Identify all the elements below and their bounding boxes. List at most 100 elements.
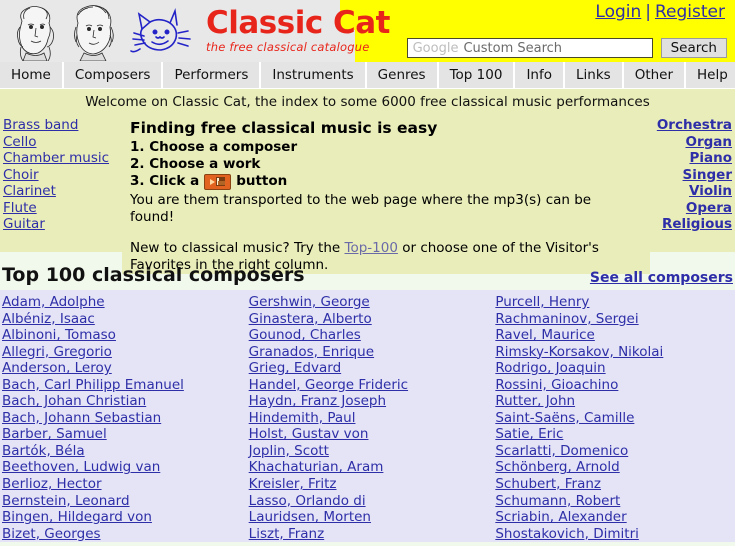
list-item[interactable]: Bartók, Béla (2, 443, 242, 460)
nav-item-info[interactable]: Info (515, 62, 565, 88)
list-item[interactable]: Beethoven, Ludwig van (2, 459, 242, 476)
nav-item-links[interactable]: Links (565, 62, 624, 88)
sidebar-item-chamber-music[interactable]: Chamber music (3, 150, 122, 167)
nav-item-performers[interactable]: Performers (163, 62, 262, 88)
list-item[interactable]: Rutter, John (495, 393, 735, 410)
page-title: Top 100 classical composers (2, 264, 305, 286)
nav-item-instruments[interactable]: Instruments (261, 62, 367, 88)
register-link[interactable]: Register (655, 2, 725, 22)
sidebar-item-organ[interactable]: Organ (650, 134, 732, 151)
sidebar-item-piano[interactable]: Piano (650, 150, 732, 167)
nav-item-other[interactable]: Other (623, 62, 687, 88)
intro-step-2: 2. Choose a work (130, 156, 638, 173)
cat-logo-icon (130, 8, 191, 53)
sidebar-item-cello[interactable]: Cello (3, 134, 122, 151)
auth-links: Login | Register (595, 2, 725, 22)
list-item[interactable]: Bernstein, Leonard (2, 493, 242, 510)
top-100-link[interactable]: Top-100 (345, 240, 398, 256)
left-sidebar: Brass band Cello Chamber music Choir Cla… (0, 114, 122, 233)
nav-item-genres[interactable]: Genres (366, 62, 439, 88)
list-item[interactable]: Lauridsen, Morten (249, 509, 489, 526)
list-item[interactable]: Rachmaninov, Sergei (495, 311, 735, 328)
intro-title: Finding free classical music is easy (130, 119, 438, 137)
sidebar-item-guitar[interactable]: Guitar (3, 216, 122, 233)
intro-step-3-prefix: 3. Click a (130, 173, 200, 189)
list-item[interactable]: Liszt, Franz (249, 526, 489, 543)
intro-panel: Finding free classical music is easy 1. … (122, 114, 650, 274)
list-item[interactable]: Lasso, Orlando di (249, 493, 489, 510)
download-save-button-icon (204, 173, 232, 190)
list-item[interactable]: Grieg, Edvard (249, 360, 489, 377)
sidebar-item-brass-band[interactable]: Brass band (3, 117, 122, 134)
sidebar-item-violin[interactable]: Violin (650, 183, 732, 200)
search-button[interactable]: Search (660, 38, 727, 58)
intro-para-prefix: New to classical music? Try the (130, 240, 341, 256)
list-item[interactable]: Albéniz, Isaac (2, 311, 242, 328)
list-item[interactable]: Adam, Adolphe (2, 294, 242, 311)
list-item[interactable]: Joplin, Scott (249, 443, 489, 460)
list-item[interactable]: Handel, George Frideric (249, 377, 489, 394)
list-item[interactable]: Saint-Saëns, Camille (495, 410, 735, 427)
list-item[interactable]: Gershwin, George (249, 294, 489, 311)
composer-column-3: Purcell, Henry Rachmaninov, Sergei Ravel… (493, 290, 735, 542)
list-item[interactable]: Anderson, Leroy (2, 360, 242, 377)
sidebar-item-singer[interactable]: Singer (650, 167, 732, 184)
sidebar-item-choir[interactable]: Choir (3, 167, 122, 184)
see-all-composers-link[interactable]: See all composers (590, 270, 733, 286)
list-item[interactable]: Schönberg, Arnold (495, 459, 735, 476)
list-item[interactable]: Ginastera, Alberto (249, 311, 489, 328)
composer-column-1: Adam, Adolphe Albéniz, Isaac Albinoni, T… (0, 290, 242, 542)
list-item[interactable]: Schumann, Robert (495, 493, 735, 510)
list-item[interactable]: Rodrigo, Joaquin (495, 360, 735, 377)
list-item[interactable]: Shostakovich, Dimitri (495, 526, 735, 543)
list-item[interactable]: Haydn, Franz Joseph (249, 393, 489, 410)
list-item[interactable]: Purcell, Henry (495, 294, 735, 311)
list-item[interactable]: Gounod, Charles (249, 327, 489, 344)
brand-wordmark: Classic Cat the free classical catalogue (206, 8, 390, 54)
nav-item-help[interactable]: Help (686, 62, 735, 88)
list-item[interactable]: Bach, Johann Sebastian (2, 410, 242, 427)
nav-item-home[interactable]: Home (0, 62, 64, 88)
nav-item-top-100[interactable]: Top 100 (438, 62, 516, 88)
floppy-disk-icon (216, 177, 226, 186)
intro-para-suffix: or choose one of the Visitor's (402, 240, 599, 256)
list-item[interactable]: Schubert, Franz (495, 476, 735, 493)
list-item[interactable]: Berlioz, Hector (2, 476, 242, 493)
nav-item-composers[interactable]: Composers (63, 62, 164, 88)
main-navigation: Home Composers Performers Instruments Ge… (0, 62, 735, 89)
sidebar-item-flute[interactable]: Flute (3, 200, 122, 217)
list-item[interactable]: Ravel, Maurice (495, 327, 735, 344)
list-item[interactable]: Granados, Enrique (249, 344, 489, 361)
sidebar-item-opera[interactable]: Opera (650, 200, 732, 217)
list-item[interactable]: Kreisler, Fritz (249, 476, 489, 493)
list-item[interactable]: Bach, Carl Philipp Emanuel (2, 377, 242, 394)
list-item[interactable]: Bach, Johan Christian (2, 393, 242, 410)
composer-column-2: Gershwin, George Ginastera, Alberto Goun… (247, 290, 489, 542)
sidebar-item-religious[interactable]: Religious (650, 216, 732, 233)
logo-area[interactable]: Classic Cat the free classical catalogue (8, 0, 390, 62)
site-header: Classic Cat the free classical catalogue… (0, 0, 735, 62)
right-sidebar: Orchestra Organ Piano Singer Violin Oper… (650, 114, 735, 233)
intro-step-1-label: 1. Choose a composer (130, 139, 298, 155)
search-input[interactable]: Google Custom Search (406, 38, 653, 58)
sidebar-item-clarinet[interactable]: Clarinet (3, 183, 122, 200)
list-item[interactable]: Holst, Gustav von (249, 426, 489, 443)
search-row: Google Custom Search Search (406, 38, 727, 58)
list-item[interactable]: Hindemith, Paul (249, 410, 489, 427)
bach-portrait-icon (66, 1, 120, 61)
list-item[interactable]: Bingen, Hildegard von (2, 509, 242, 526)
list-item[interactable]: Rimsky-Korsakov, Nikolai (495, 344, 735, 361)
list-item[interactable]: Rossini, Gioachino (495, 377, 735, 394)
intro-step-2-label: 2. Choose a work (130, 156, 261, 172)
list-item[interactable]: Bizet, Georges (2, 526, 242, 543)
list-item[interactable]: Scriabin, Alexander (495, 509, 735, 526)
sidebar-item-orchestra[interactable]: Orchestra (650, 117, 732, 134)
list-item[interactable]: Khachaturian, Aram (249, 459, 489, 476)
list-item[interactable]: Satie, Eric (495, 426, 735, 443)
list-item[interactable]: Allegri, Gregorio (2, 344, 242, 361)
list-item[interactable]: Scarlatti, Domenico (495, 443, 735, 460)
intro-band: Brass band Cello Chamber music Choir Cla… (0, 114, 735, 274)
list-item[interactable]: Barber, Samuel (2, 426, 242, 443)
list-item[interactable]: Albinoni, Tomaso (2, 327, 242, 344)
login-link[interactable]: Login (595, 2, 641, 22)
